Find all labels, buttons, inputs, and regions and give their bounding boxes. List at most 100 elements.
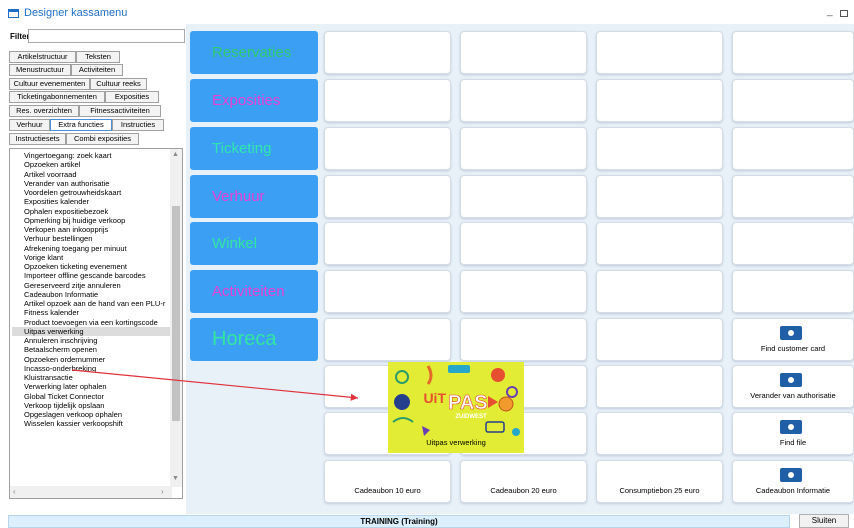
list-item[interactable]: Afrekening toegang per minuut: [12, 244, 170, 253]
list-item[interactable]: Betaalscherm openen: [12, 345, 170, 354]
empty-button-slot[interactable]: [324, 79, 451, 122]
list-item[interactable]: Artikel opzoek aan de hand van een PLU-r: [12, 299, 170, 308]
list-item[interactable]: Opmerking bij huidige verkoop: [12, 216, 170, 225]
empty-button-slot[interactable]: [324, 31, 451, 74]
empty-button-slot[interactable]: [732, 175, 854, 218]
list-item[interactable]: Wisselen kassier verkoopshift: [12, 419, 170, 428]
empty-button-slot[interactable]: [460, 79, 587, 122]
scroll-right-icon[interactable]: ›: [161, 487, 164, 496]
empty-button-slot[interactable]: [732, 79, 854, 122]
list-item[interactable]: Verhuur bestellingen: [12, 234, 170, 243]
tab-artikelstructuur[interactable]: Artikelstructuur: [9, 51, 76, 63]
list-item[interactable]: Exposities kalender: [12, 197, 170, 206]
maximize-button[interactable]: [840, 10, 848, 17]
filter-input[interactable]: [28, 29, 185, 43]
list-item[interactable]: Incasso-onderbreking: [12, 364, 170, 373]
horizontal-scrollbar[interactable]: ‹ ›: [10, 486, 172, 498]
empty-button-slot[interactable]: [732, 127, 854, 170]
empty-button-slot[interactable]: [460, 222, 587, 265]
tab-res-overzichten[interactable]: Res. overzichten: [9, 105, 79, 117]
function-button[interactable]: Cadeaubon 20 euro: [460, 460, 587, 503]
function-button[interactable]: Cadeaubon Informatie: [732, 460, 854, 503]
empty-button-slot[interactable]: [732, 270, 854, 313]
empty-button-slot[interactable]: [596, 365, 723, 408]
category-horeca[interactable]: Horeca: [190, 318, 318, 361]
scroll-left-icon[interactable]: ‹: [13, 487, 16, 496]
empty-button-slot[interactable]: [732, 222, 854, 265]
tab-activiteiten[interactable]: Activiteiten: [71, 64, 123, 76]
empty-button-slot[interactable]: [732, 31, 854, 74]
tab-fitnessactiviteiten[interactable]: Fitnessactiviteiten: [79, 105, 161, 117]
list-item[interactable]: Kluistransactie: [12, 373, 170, 382]
list-item[interactable]: Importeer offline gescande barcodes: [12, 271, 170, 280]
list-item[interactable]: Vorige klant: [12, 253, 170, 262]
list-item[interactable]: Fitness kalender: [12, 308, 170, 317]
function-button[interactable]: Consumptiebon 25 euro: [596, 460, 723, 503]
tab-verhuur[interactable]: Verhuur: [9, 119, 50, 131]
vertical-scrollbar[interactable]: ▲ ▼: [170, 149, 182, 487]
category-activiteiten[interactable]: Activiteiten: [190, 270, 318, 313]
list-item-selected[interactable]: Uitpas verwerking: [12, 326, 170, 336]
tab-instructies[interactable]: Instructies: [112, 119, 164, 131]
function-button[interactable]: Find customer card: [732, 318, 854, 361]
list-item[interactable]: Gereserveerd zitje annuleren: [12, 281, 170, 290]
empty-button-slot[interactable]: [596, 222, 723, 265]
empty-button-slot[interactable]: [596, 412, 723, 455]
close-button[interactable]: Sluiten: [799, 514, 849, 528]
tab-cultuur-evenementen[interactable]: Cultuur evenementen: [9, 78, 90, 90]
empty-button-slot[interactable]: [460, 175, 587, 218]
empty-button-slot[interactable]: [324, 318, 451, 361]
list-item[interactable]: Opzoeken ticketing evenement: [12, 262, 170, 271]
empty-button-slot[interactable]: [596, 175, 723, 218]
list-item[interactable]: Cadeaubon Informatie: [12, 290, 170, 299]
list-item[interactable]: Artikel voorraad: [12, 170, 170, 179]
empty-button-slot[interactable]: [460, 127, 587, 170]
category-ticketing[interactable]: Ticketing: [190, 127, 318, 170]
empty-button-slot[interactable]: [596, 127, 723, 170]
tab-ticketingabonnementen[interactable]: Ticketingabonnementen: [9, 91, 105, 103]
list-item[interactable]: Voordelen getrouwheidskaart: [12, 188, 170, 197]
list-item[interactable]: Ophalen expositiebezoek: [12, 207, 170, 216]
empty-button-slot[interactable]: [324, 175, 451, 218]
empty-button-slot[interactable]: [324, 270, 451, 313]
empty-button-slot[interactable]: [596, 318, 723, 361]
list-item[interactable]: Global Ticket Connector: [12, 392, 170, 401]
empty-button-slot[interactable]: [460, 31, 587, 74]
list-item[interactable]: Opzoeken artikel: [12, 160, 170, 169]
function-button[interactable]: Verander van authorisatie: [732, 365, 854, 408]
scroll-up-icon[interactable]: ▲: [172, 151, 179, 158]
list-item[interactable]: Verkoop tijdelijk opslaan: [12, 401, 170, 410]
list-item[interactable]: Vingertoegang: zoek kaart: [12, 151, 170, 160]
empty-button-slot[interactable]: [596, 79, 723, 122]
empty-button-slot[interactable]: [460, 270, 587, 313]
list-item[interactable]: Product toevoegen via een kortingscode: [12, 318, 170, 327]
tab-instructiesets[interactable]: Instructiesets: [9, 133, 66, 145]
tab-combi-exposities[interactable]: Combi exposities: [66, 133, 139, 145]
function-button[interactable]: Find file: [732, 412, 854, 455]
category-reservaties[interactable]: Reservaties: [190, 31, 318, 74]
list-item[interactable]: Opzoeken ordernummer: [12, 355, 170, 364]
category-verhuur[interactable]: Verhuur: [190, 175, 318, 218]
functions-list[interactable]: Vingertoegang: zoek kaart Opzoeken artik…: [9, 148, 183, 499]
minimize-button[interactable]: _: [827, 6, 833, 17]
empty-button-slot[interactable]: [460, 318, 587, 361]
tab-menustructuur[interactable]: Menustructuur: [9, 64, 71, 76]
list-item[interactable]: Annuleren inschrijving: [12, 336, 170, 345]
list-item[interactable]: Opgeslagen verkoop ophalen: [12, 410, 170, 419]
scroll-down-icon[interactable]: ▼: [172, 475, 179, 482]
tab-teksten[interactable]: Teksten: [76, 51, 120, 63]
list-item[interactable]: Verkopen aan inkoopprijs: [12, 225, 170, 234]
list-item[interactable]: Verander van authorisatie: [12, 179, 170, 188]
category-exposities[interactable]: Exposities: [190, 79, 318, 122]
tab-exposities[interactable]: Exposities: [105, 91, 159, 103]
tab-cultuur-reeks[interactable]: Cultuur reeks: [90, 78, 147, 90]
tab-extra-functies[interactable]: Extra functies: [50, 119, 112, 131]
empty-button-slot[interactable]: [596, 31, 723, 74]
list-item[interactable]: Verwerking later ophalen: [12, 382, 170, 391]
scroll-thumb[interactable]: [172, 206, 180, 421]
empty-button-slot[interactable]: [596, 270, 723, 313]
category-winkel[interactable]: Winkel: [190, 222, 318, 265]
function-button[interactable]: Cadeaubon 10 euro: [324, 460, 451, 503]
empty-button-slot[interactable]: [324, 127, 451, 170]
empty-button-slot[interactable]: [324, 222, 451, 265]
